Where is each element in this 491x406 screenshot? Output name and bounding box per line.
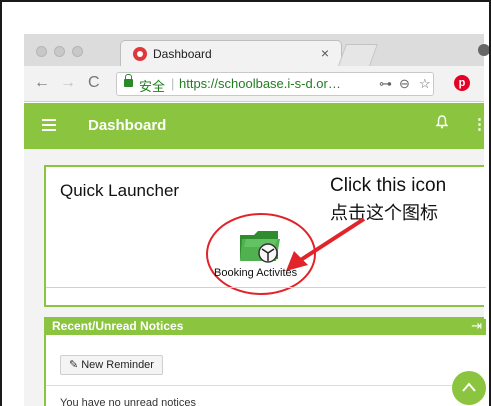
new-reminder-label: New Reminder	[81, 359, 154, 371]
open-notices-icon[interactable]: ⇥	[471, 318, 482, 334]
browser-toolbar: ← → C 安全 | https://schoolbase.i-s-d.or… …	[24, 66, 484, 102]
notices-divider	[46, 385, 486, 386]
booking-activities-launcher-icon[interactable]	[238, 225, 284, 265]
profile-icon[interactable]	[478, 44, 489, 56]
app-header: Dashboard ⋮	[24, 103, 487, 149]
pinterest-extension-icon[interactable]: p	[454, 75, 470, 91]
minimize-window-icon[interactable]	[54, 46, 65, 57]
key-icon[interactable]: ⊶	[379, 76, 392, 92]
bookmark-star-icon[interactable]: ☆	[419, 76, 431, 92]
booking-activities-label[interactable]: Booking Activites	[214, 267, 297, 279]
chevron-up-icon	[462, 382, 476, 392]
back-button[interactable]: ←	[34, 74, 50, 92]
menu-icon[interactable]	[42, 119, 56, 131]
close-window-icon[interactable]	[36, 46, 47, 57]
new-tab-button[interactable]	[337, 44, 379, 66]
tab-title: Dashboard	[153, 47, 212, 61]
floating-action-button[interactable]	[452, 371, 486, 405]
more-options-icon[interactable]: ⋮	[472, 115, 487, 133]
site-favicon-icon	[133, 47, 147, 61]
quick-launcher-card: Quick Launcher Click this icon 点击这个图标 Bo…	[44, 165, 486, 307]
lock-icon	[124, 74, 133, 87]
annotation-english: Click this icon	[330, 175, 447, 196]
main-content: Quick Launcher Click this icon 点击这个图标 Bo…	[24, 149, 486, 406]
notices-card: Recent/Unread Notices ⇥ ✎ New Reminder Yo…	[44, 317, 486, 406]
notices-header: Recent/Unread Notices ⇥	[46, 318, 486, 335]
notices-title: Recent/Unread Notices	[52, 319, 184, 333]
secure-label: 安全	[139, 79, 166, 94]
quick-launcher-title: Quick Launcher	[60, 181, 180, 200]
pencil-icon: ✎	[69, 359, 79, 371]
address-bar[interactable]: 安全 | https://schoolbase.i-s-d.or… ⊶ ⊖ ☆	[116, 72, 434, 96]
url-text: https://schoolbase.i-s-d.or…	[179, 76, 341, 91]
url-separator: |	[171, 76, 175, 91]
no-notices-message: You have no unread notices	[60, 397, 196, 406]
card-divider	[46, 287, 486, 288]
reload-button[interactable]: C	[88, 74, 100, 92]
tab-dashboard[interactable]: Dashboard ×	[120, 40, 342, 66]
screenshot-frame: Dashboard × ← → C 安全 | https://schoolbas…	[0, 0, 491, 406]
zoom-icon[interactable]: ⊖	[399, 76, 410, 92]
new-reminder-button[interactable]: ✎ New Reminder	[60, 355, 163, 375]
bell-icon[interactable]	[435, 115, 449, 133]
forward-button[interactable]: →	[60, 74, 76, 92]
page-title: Dashboard	[88, 117, 167, 134]
tab-close-icon[interactable]: ×	[321, 45, 329, 61]
maximize-window-icon[interactable]	[72, 46, 83, 57]
browser-tab-strip: Dashboard ×	[24, 34, 489, 66]
